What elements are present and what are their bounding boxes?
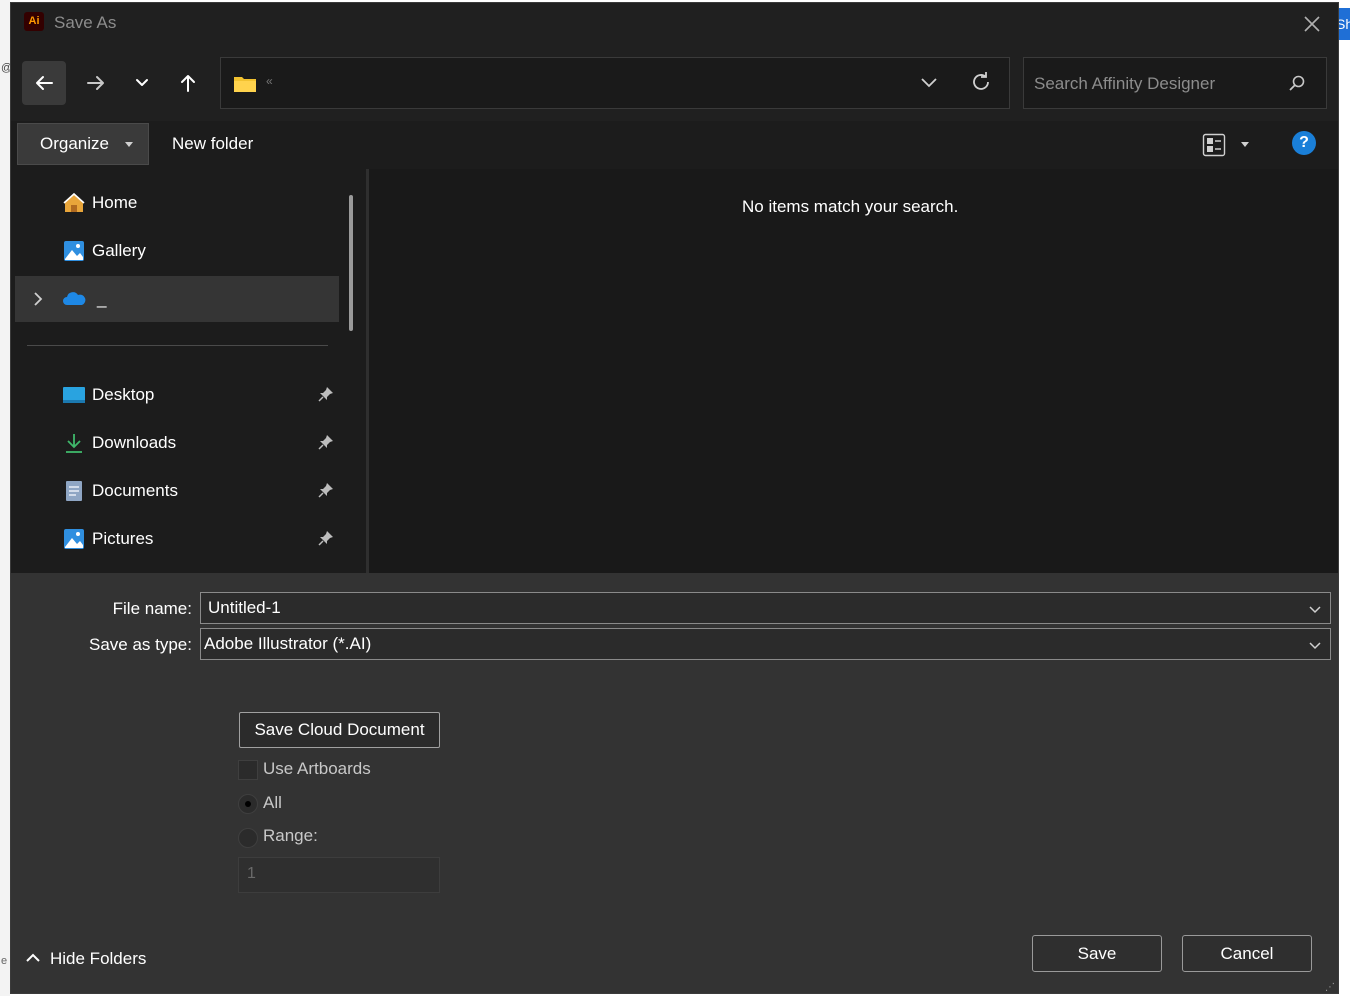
chevron-down-icon [1309, 642, 1321, 650]
save-type-select[interactable]: Adobe Illustrator (*.AI) [200, 628, 1331, 660]
sidebar-item-gallery[interactable]: Gallery [15, 228, 339, 274]
command-bar: Organize New folder ? [11, 121, 1338, 169]
breadcrumb-overflow[interactable]: « [266, 74, 273, 88]
save-options-panel: File name: Untitled-1 Save as type: Adob… [11, 573, 1338, 993]
pin-icon[interactable] [318, 482, 334, 498]
save-button[interactable]: Save [1032, 935, 1162, 972]
sidebar-divider [27, 345, 328, 346]
downloads-icon [66, 434, 82, 453]
sidebar-item-label: Pictures [92, 529, 154, 548]
all-radio[interactable] [238, 794, 258, 814]
file-name-field[interactable]: Untitled-1 [200, 592, 1331, 624]
use-artboards-label: Use Artboards [263, 759, 371, 778]
range-label: Range: [263, 826, 318, 845]
refresh-icon[interactable] [969, 70, 993, 94]
arrow-right-icon [87, 76, 104, 90]
sidebar-item-label: Desktop [92, 385, 155, 404]
navigation-pane: Home Gallery _ Desktop Downloads Documen… [11, 169, 369, 573]
empty-state-message: No items match your search. [742, 197, 959, 216]
file-list[interactable]: No items match your search. [369, 169, 1338, 573]
recent-locations-button[interactable] [120, 61, 164, 105]
file-name-value[interactable]: Untitled-1 [208, 598, 281, 618]
new-folder-button[interactable]: New folder [172, 123, 253, 165]
sidebar-item-label: _ [97, 289, 107, 308]
folder-icon [234, 77, 256, 92]
illustrator-app-icon: Ai [24, 12, 44, 31]
sidebar-item-label: Home [92, 193, 138, 212]
resize-grip-icon[interactable]: ⋰ [1325, 982, 1335, 993]
navigation-bar: « Search Affinity Designer [11, 45, 1338, 121]
chevron-up-icon [26, 953, 40, 962]
chevron-down-icon[interactable] [919, 72, 939, 92]
title-bar: Ai Save As [11, 3, 1338, 45]
cancel-button[interactable]: Cancel [1182, 935, 1312, 972]
background-app-edge [0, 0, 10, 996]
save-cloud-document-button[interactable]: Save Cloud Document [239, 712, 440, 748]
chevron-right-icon[interactable] [31, 291, 45, 307]
close-icon [1304, 16, 1320, 32]
sidebar-item-desktop[interactable]: Desktop [15, 372, 339, 418]
pin-icon[interactable] [318, 530, 334, 546]
use-artboards-checkbox[interactable] [238, 760, 258, 780]
help-icon[interactable]: ? [1292, 131, 1316, 155]
desktop-icon [63, 387, 85, 403]
back-button[interactable] [22, 61, 66, 105]
view-options-icon[interactable] [1202, 133, 1226, 157]
save-as-dialog: Ai Save As « Search Affinity Designer Or… [10, 2, 1339, 994]
arrow-up-icon [181, 75, 195, 92]
arrow-left-icon [36, 76, 53, 90]
close-button[interactable] [1300, 12, 1324, 36]
all-label: All [263, 793, 282, 812]
gallery-icon [64, 241, 84, 261]
caret-down-icon [125, 142, 133, 147]
sidebar-item-label: Documents [92, 481, 178, 500]
save-type-label: Save as type: [88, 635, 192, 654]
sidebar-item-onedrive[interactable]: _ [15, 276, 339, 322]
pin-icon[interactable] [318, 386, 334, 402]
organize-label: Organize [40, 134, 109, 153]
radio-selected-dot [245, 801, 251, 807]
file-name-label: File name: [112, 599, 192, 618]
caret-down-icon[interactable] [1241, 142, 1249, 147]
home-icon [63, 192, 85, 212]
search-icon [1289, 75, 1305, 91]
documents-icon [66, 481, 82, 501]
onedrive-cloud-icon [63, 292, 86, 305]
pictures-icon [64, 529, 84, 549]
search-input[interactable]: Search Affinity Designer [1023, 57, 1327, 109]
sidebar-item-label: Downloads [92, 433, 177, 452]
address-bar[interactable]: « [220, 57, 1010, 109]
sidebar-item-label: Gallery [92, 241, 146, 260]
up-button[interactable] [166, 61, 210, 105]
save-type-value: Adobe Illustrator (*.AI) [204, 634, 372, 653]
background-app-glyph: e [1, 955, 8, 967]
sidebar-item-documents[interactable]: Documents [15, 468, 339, 514]
hide-folders-label: Hide Folders [50, 949, 147, 968]
forward-button[interactable] [74, 61, 118, 105]
dialog-title: Save As [54, 13, 117, 32]
search-placeholder: Search Affinity Designer [1034, 74, 1216, 93]
chevron-down-icon[interactable] [1308, 603, 1322, 615]
sidebar-item-downloads[interactable]: Downloads [15, 420, 339, 466]
pin-icon[interactable] [318, 434, 334, 450]
range-input[interactable]: 1 [238, 857, 440, 893]
sidebar-scrollbar[interactable] [349, 195, 353, 331]
sidebar-item-pictures[interactable]: Pictures [15, 516, 339, 562]
range-radio[interactable] [238, 828, 258, 848]
organize-button[interactable]: Organize [17, 123, 149, 165]
sidebar-item-home[interactable]: Home [15, 180, 339, 226]
chevron-down-icon [136, 79, 148, 86]
